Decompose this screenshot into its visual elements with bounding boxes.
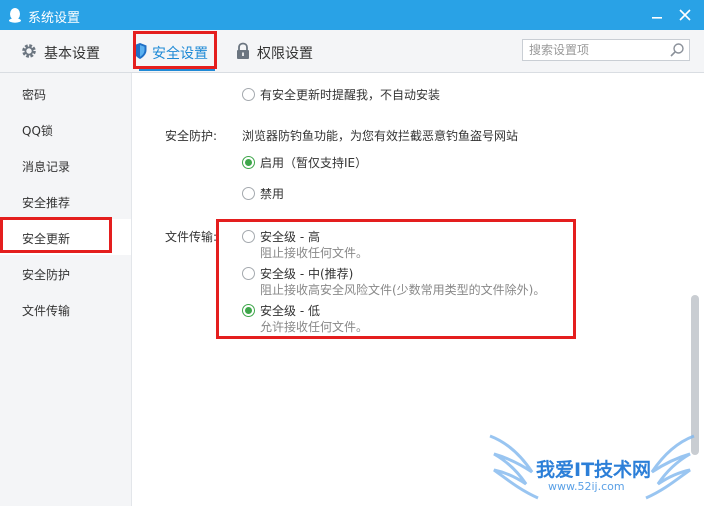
radio-button[interactable] (242, 187, 255, 200)
active-tab-indicator (139, 69, 215, 71)
search-input[interactable] (529, 41, 663, 59)
file-transfer-medium-radio[interactable]: 安全级 - 中(推荐) 阻止接收高安全风险文件(少数常用类型的文件除外)。 (242, 267, 572, 297)
tab-bar: 基本设置 安全设置 权限设置 (0, 30, 704, 73)
search-box (522, 39, 690, 61)
close-icon[interactable] (674, 4, 696, 26)
radio-description: 阻止接收高安全风险文件(少数常用类型的文件除外)。 (260, 283, 546, 297)
file-transfer-label: 文件传输: (165, 230, 218, 244)
radio-button[interactable] (242, 156, 255, 169)
file-transfer-low-radio[interactable]: 安全级 - 低 允许接收任何文件。 (242, 304, 572, 334)
protection-disable-radio[interactable]: 禁用 (242, 187, 342, 203)
sidebar-item-label: 安全推荐 (22, 196, 71, 210)
watermark-url: www.52ij.com (548, 480, 625, 493)
sidebar-item-label: 文件传输 (22, 304, 71, 318)
radio-button[interactable] (242, 267, 255, 280)
tab-permission-settings[interactable]: 权限设置 (232, 30, 322, 72)
penguin-icon (9, 8, 21, 23)
search-icon[interactable] (669, 42, 685, 58)
sidebar-item-label: QQ锁 (22, 124, 53, 138)
sidebar: 密码 QQ锁 消息记录 安全推荐 安全更新 安全防护 文件传输 (0, 73, 132, 506)
tab-label: 权限设置 (257, 46, 313, 62)
minimize-icon[interactable] (646, 4, 668, 26)
radio-description: 阻止接收任何文件。 (260, 246, 369, 260)
radio-label: 禁用 (260, 187, 285, 201)
watermark: 我爱IT技术网 www.52ij.com (486, 428, 698, 502)
radio-label: 启用（暂仅支持IE） (260, 156, 368, 170)
sidebar-item-security-update[interactable]: 安全更新 (0, 219, 131, 255)
sidebar-item-security-recommend[interactable]: 安全推荐 (0, 183, 131, 219)
radio-label: 安全级 - 高 (260, 230, 320, 244)
radio-description: 允许接收任何文件。 (260, 320, 369, 334)
protection-label: 安全防护: (165, 129, 218, 143)
title-bar: 系统设置 (0, 0, 704, 30)
radio-label: 安全级 - 低 (260, 304, 320, 318)
protection-enable-radio[interactable]: 启用（暂仅支持IE） (242, 156, 442, 172)
file-transfer-high-radio[interactable]: 安全级 - 高 阻止接收任何文件。 (242, 230, 572, 260)
shield-icon (133, 43, 147, 59)
sidebar-item-file-transfer[interactable]: 文件传输 (0, 291, 131, 327)
tab-label: 安全设置 (152, 46, 208, 62)
sidebar-item-qq-lock[interactable]: QQ锁 (0, 111, 131, 147)
radio-label: 有安全更新时提醒我，不自动安装 (260, 88, 441, 102)
radio-label: 安全级 - 中(推荐) (260, 267, 354, 281)
protection-description: 浏览器防钓鱼功能，为您有效拦截恶意钓鱼盗号网站 (242, 129, 519, 143)
lock-icon (237, 42, 249, 59)
sidebar-item-label: 密码 (22, 88, 47, 102)
update-notify-radio[interactable]: 有安全更新时提醒我，不自动安装 (242, 88, 542, 104)
sidebar-item-label: 安全更新 (22, 232, 71, 246)
sidebar-item-label: 消息记录 (22, 160, 71, 174)
sidebar-item-label: 安全防护 (22, 268, 71, 282)
radio-button[interactable] (242, 88, 255, 101)
watermark-title: 我爱IT技术网 (536, 459, 652, 481)
sidebar-item-security-protection[interactable]: 安全防护 (0, 255, 131, 291)
sidebar-item-password[interactable]: 密码 (0, 75, 131, 111)
sidebar-item-message-history[interactable]: 消息记录 (0, 147, 131, 183)
window-title: 系统设置 (28, 11, 81, 26)
tab-basic-settings[interactable]: 基本设置 (18, 30, 118, 72)
radio-button[interactable] (242, 230, 255, 243)
tab-security-settings[interactable]: 安全设置 (127, 30, 223, 72)
gear-icon (22, 44, 36, 58)
radio-button[interactable] (242, 304, 255, 317)
tab-label: 基本设置 (44, 46, 100, 62)
